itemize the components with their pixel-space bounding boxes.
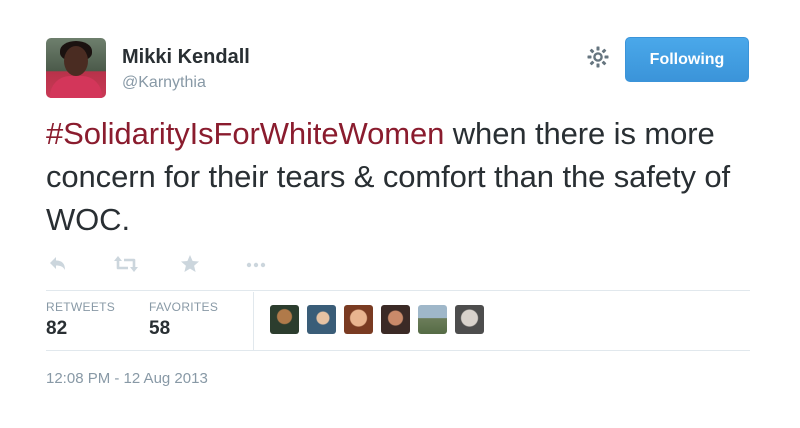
tweet-card: Mikki Kendall @Karnythia Following #Soli… [0, 0, 800, 428]
stats-separator [253, 292, 254, 350]
stats-divider-bottom [46, 350, 750, 351]
retweet-icon[interactable] [112, 252, 140, 276]
following-button[interactable]: Following [625, 37, 749, 82]
retweets-label[interactable]: RETWEETS [46, 300, 115, 314]
favorites-label[interactable]: FAVORITES [149, 300, 218, 314]
avatar-shirt [50, 76, 102, 98]
author-name[interactable]: Mikki Kendall [122, 46, 250, 69]
tweet-timestamp[interactable]: 12:08 PM - 12 Aug 2013 [46, 370, 208, 387]
retweets-count[interactable]: 82 [46, 318, 67, 340]
favorites-count[interactable]: 58 [149, 318, 170, 340]
stats-divider-top [46, 290, 750, 291]
gear-icon[interactable] [586, 45, 610, 69]
author-avatar[interactable] [46, 38, 106, 98]
favoriter-avatar[interactable] [270, 305, 299, 334]
tweet-text: #SolidarityIsForWhiteWomen when there is… [46, 112, 766, 241]
favoriter-avatar[interactable] [381, 305, 410, 334]
more-icon[interactable] [244, 252, 268, 276]
author-handle[interactable]: @Karnythia [122, 74, 206, 92]
avatar-face [64, 46, 88, 76]
favoriter-avatar[interactable] [418, 305, 447, 334]
favorite-icon[interactable] [178, 252, 202, 276]
reply-icon[interactable] [46, 252, 70, 276]
favoriter-avatar[interactable] [455, 305, 484, 334]
favoriter-avatar[interactable] [307, 305, 336, 334]
hashtag-link[interactable]: #SolidarityIsForWhiteWomen [46, 116, 444, 151]
favoriter-avatar[interactable] [344, 305, 373, 334]
